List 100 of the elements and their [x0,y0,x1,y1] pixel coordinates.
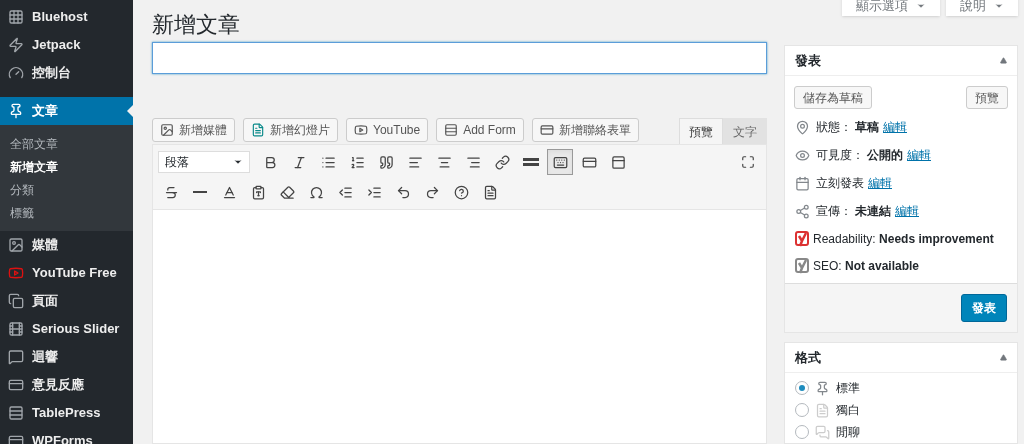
redo-icon [424,184,440,200]
sidebar-item[interactable]: 控制台 [0,59,133,87]
fullscreen-icon [741,155,755,169]
collapse-icon[interactable] [1000,354,1007,361]
format-label: 閒聊 [836,424,860,441]
panel-title: 發表 [795,51,821,70]
sidebar-item[interactable]: 媒體 [0,231,133,259]
edit-link[interactable]: 編輯 [868,174,892,192]
form-icon [539,123,554,137]
submenu-item[interactable]: 全部文章 [0,132,133,155]
title-field[interactable] [152,42,767,74]
media-button[interactable]: 新增媒體 [152,118,235,142]
media-icon [8,237,24,253]
numbered-list-icon [349,154,365,170]
chat-icon [815,424,830,440]
align-right-icon [465,154,481,170]
edit-link[interactable]: 編輯 [895,202,919,220]
collapse-icon[interactable] [1000,57,1007,64]
media-button[interactable]: 新增幻燈片 [243,118,338,142]
indent-icon [366,184,382,200]
outdent-icon [337,184,353,200]
status-label: 宣傳： [816,203,852,220]
calendar-icon [795,175,810,191]
status-value: 未連結 [855,203,891,220]
slider-icon [8,321,24,337]
form-icon [581,154,597,170]
panel-title: 格式 [795,348,821,367]
submenu-item[interactable]: 分類 [0,178,133,201]
text-color-icon [221,184,237,200]
screen-option-button[interactable]: 顯示選項 [842,0,940,16]
quote-icon [378,154,394,170]
seo-status: SEO: Not available [813,257,920,275]
toolbar-button[interactable] [547,149,573,175]
help-icon [453,184,469,200]
sidebar-item[interactable]: 文章 [0,97,133,125]
align-center-icon [436,154,452,170]
bullet-list-icon [320,154,336,170]
status-value: 草稿 [855,119,879,136]
form-icon [444,123,459,137]
publish-button[interactable]: 發表 [961,294,1007,322]
pages-icon [8,293,24,309]
status-value: 公開的 [867,147,903,164]
status-label: 狀態： [816,119,852,136]
sidebar-item[interactable]: TablePress [0,399,133,427]
gauge-icon [8,65,24,81]
read-more-icon [523,158,539,166]
format-label: 標準 [836,380,860,397]
submenu-item[interactable]: 新增文章 [0,155,133,178]
sidebar-item[interactable]: 迴響 [0,343,133,371]
status-label: 立刻發表 [816,175,864,192]
page-title: 新增文章 [152,11,240,39]
edit-link[interactable]: 編輯 [883,118,907,136]
comment-icon [8,349,24,365]
undo-icon [395,184,411,200]
sidebar-item[interactable]: 意見反應 [0,371,133,399]
horizontal-line-icon [193,191,207,193]
caret-icon [233,157,243,167]
slide-icon [251,123,265,137]
link-icon [494,154,510,170]
editor-tab[interactable]: 文字 [723,118,767,144]
sidebar-item[interactable]: Jetpack [0,31,133,59]
seo-status: Readability: Needs improvement [813,230,994,248]
toolbar-toggle-icon [552,154,568,170]
eraser-icon [279,184,295,200]
sidebar-item[interactable]: Bluehost [0,3,133,31]
pin-icon [815,380,830,396]
italic-icon [291,154,307,170]
pointer-icon [127,105,133,117]
eye-icon [795,147,810,163]
grid-icon [8,9,24,25]
pin-icon [8,103,24,119]
media-button[interactable]: 新增聯絡表單 [531,118,639,142]
caret-icon [994,1,1004,11]
save-draft-button[interactable]: 儲存為草稿 [794,86,872,109]
bolt-icon [8,37,24,53]
media-icon [160,123,174,137]
sidebar-item[interactable]: YouTube Free [0,259,133,287]
media-button[interactable]: Add Form [436,118,524,142]
status-label: 可見度： [816,147,864,164]
play-icon [354,123,368,137]
window-icon [610,154,626,170]
caret-icon [916,1,926,11]
format-label: 獨白 [836,402,860,419]
pin-icon [795,119,810,135]
document-icon [815,402,830,418]
media-button[interactable]: YouTube [346,118,429,142]
table-icon [8,405,24,421]
sidebar-item[interactable]: Serious Slider [0,315,133,343]
share-icon [795,203,810,219]
editor-tab[interactable]: 預覽 [679,118,723,144]
form-icon [8,377,24,393]
slide-icon [482,184,498,200]
edit-link[interactable]: 編輯 [907,146,931,164]
preview-button[interactable]: 預覽 [966,86,1008,109]
play-icon [8,265,24,281]
sidebar-item[interactable]: 頁面 [0,287,133,315]
format-select[interactable]: 段落 [158,151,250,173]
submenu-item[interactable]: 標籤 [0,201,133,224]
strikethrough-icon [163,184,179,200]
screen-option-button[interactable]: 說明 [946,0,1018,16]
